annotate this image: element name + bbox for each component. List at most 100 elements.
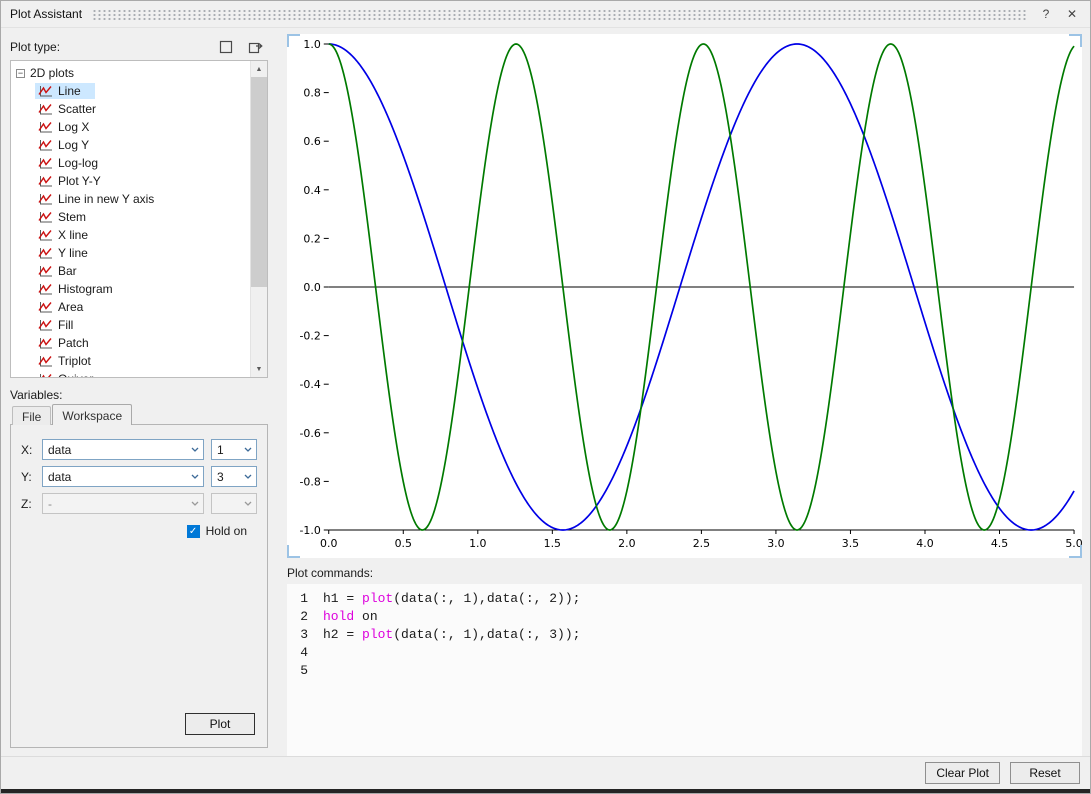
close-icon[interactable]: ✕ [1063, 5, 1081, 23]
svg-text:-0.6: -0.6 [299, 427, 320, 440]
titlebar: Plot Assistant ? ✕ [1, 1, 1090, 28]
plot-type-icon [38, 157, 53, 170]
svg-text:3.5: 3.5 [842, 537, 859, 550]
y-column-combobox[interactable]: 3 [211, 466, 257, 487]
tree-item-patch[interactable]: Patch [11, 334, 250, 352]
code-line[interactable]: 4 [287, 644, 1082, 662]
tree-item-line[interactable]: Line [11, 82, 250, 100]
code-line[interactable]: 1h1 = plot(data(:, 1),data(:, 2)); [287, 590, 1082, 608]
reset-button[interactable]: Reset [1010, 762, 1080, 784]
z-label: Z: [21, 497, 35, 511]
export-plot-button[interactable] [244, 36, 268, 58]
tree-item-label: Area [58, 300, 83, 314]
plot-type-icon [38, 337, 53, 350]
help-icon[interactable]: ? [1037, 5, 1055, 23]
plot-type-icon [38, 319, 53, 332]
tree-item-scatter[interactable]: Scatter [11, 100, 250, 118]
tree-item-y-line[interactable]: Y line [11, 244, 250, 262]
y-column-value: 3 [212, 470, 240, 484]
tree-item-area[interactable]: Area [11, 298, 250, 316]
code-line[interactable]: 3h2 = plot(data(:, 1),data(:, 3)); [287, 626, 1082, 644]
tree-item-log-x[interactable]: Log X [11, 118, 250, 136]
svg-text:2.0: 2.0 [618, 537, 635, 550]
tree-item-label: Scatter [58, 102, 96, 116]
scroll-up-icon[interactable]: ▲ [251, 61, 267, 77]
y-variable-combobox[interactable]: data [42, 466, 204, 487]
line-number: 3 [287, 626, 323, 644]
tree-item-stem[interactable]: Stem [11, 208, 250, 226]
chevron-down-icon[interactable] [240, 474, 256, 479]
plot-type-icon [38, 121, 53, 134]
x-variable-combobox[interactable]: data [42, 439, 204, 460]
svg-text:3.0: 3.0 [767, 537, 784, 550]
svg-text:1.0: 1.0 [469, 537, 486, 550]
tree-item-label: Y line [58, 246, 88, 260]
tree-item-label: Histogram [58, 282, 113, 296]
scroll-down-icon[interactable]: ▼ [251, 361, 267, 377]
x-column-value: 1 [212, 443, 240, 457]
tree-item-label: Log X [58, 120, 89, 134]
titlebar-grip[interactable] [92, 8, 1027, 21]
chevron-down-icon [187, 501, 203, 506]
tree-node-2d-plots[interactable]: − 2D plots [11, 64, 250, 82]
tree-item-label: Line [58, 84, 81, 98]
tree-node-label: 2D plots [30, 66, 74, 80]
tree-item-quiver[interactable]: Quiver [11, 370, 250, 377]
tree-item-label: Stem [58, 210, 86, 224]
svg-text:0.6: 0.6 [303, 135, 320, 148]
tree-item-log-y[interactable]: Log Y [11, 136, 250, 154]
footer-bar: Clear Plot Reset [1, 756, 1090, 789]
plot-type-icon [38, 175, 53, 188]
svg-text:0.4: 0.4 [303, 184, 320, 197]
y-row: Y: data 3 [21, 466, 257, 487]
tree-item-label: X line [58, 228, 88, 242]
x-row: X: data 1 [21, 439, 257, 460]
tree-item-histogram[interactable]: Histogram [11, 280, 250, 298]
plot-button[interactable]: Plot [185, 713, 255, 735]
tree-item-label: Patch [58, 336, 89, 350]
z-variable-combobox: - [42, 493, 204, 514]
tree-item-label: Triplot [58, 354, 91, 368]
plot-type-icon [38, 301, 53, 314]
chevron-down-icon[interactable] [240, 447, 256, 452]
svg-text:1.0: 1.0 [303, 38, 320, 51]
scrollbar-track[interactable] [251, 77, 267, 361]
tree-scrollbar[interactable]: ▲ ▼ [250, 61, 267, 377]
clear-plot-button[interactable]: Clear Plot [925, 762, 1000, 784]
tree-item-triplot[interactable]: Triplot [11, 352, 250, 370]
line-number: 5 [287, 662, 323, 680]
z-column-combobox [211, 493, 257, 514]
chevron-down-icon[interactable] [187, 474, 203, 479]
tree-item-label: Fill [58, 318, 73, 332]
plot-type-icon [38, 283, 53, 296]
hold-on-row: ✓ Hold on [21, 524, 257, 538]
new-figure-button[interactable] [214, 36, 238, 58]
tree-item-line-in-new-y-axis[interactable]: Line in new Y axis [11, 190, 250, 208]
tab-workspace[interactable]: Workspace [52, 404, 132, 425]
tree-item-x-line[interactable]: X line [11, 226, 250, 244]
tree-item-fill[interactable]: Fill [11, 316, 250, 334]
plot-type-icon [38, 139, 53, 152]
plot-commands-editor[interactable]: 1h1 = plot(data(:, 1),data(:, 2));2hold … [287, 584, 1082, 756]
plot-type-icon [38, 103, 53, 116]
collapse-icon[interactable]: − [16, 69, 25, 78]
line-number: 1 [287, 590, 323, 608]
scrollbar-thumb[interactable] [251, 77, 267, 287]
workspace-tab-panel: X: data 1 Y: [10, 424, 268, 748]
code-line[interactable]: 5 [287, 662, 1082, 680]
tree-item-bar[interactable]: Bar [11, 262, 250, 280]
selection-corner-icon [1069, 545, 1082, 558]
tab-file[interactable]: File [12, 406, 51, 425]
chart: 0.00.51.01.52.02.53.03.54.04.55.0-1.0-0.… [287, 34, 1082, 558]
svg-text:0.0: 0.0 [320, 537, 337, 550]
hold-on-checkbox[interactable]: ✓ [187, 525, 200, 538]
svg-text:-0.2: -0.2 [299, 330, 320, 343]
chevron-down-icon[interactable] [187, 447, 203, 452]
code-line[interactable]: 2hold on [287, 608, 1082, 626]
right-panel: 0.00.51.01.52.02.53.03.54.04.55.0-1.0-0.… [277, 28, 1090, 756]
x-column-combobox[interactable]: 1 [211, 439, 257, 460]
plot-canvas[interactable]: 0.00.51.01.52.02.53.03.54.04.55.0-1.0-0.… [287, 34, 1082, 558]
tree-item-plot-y-y[interactable]: Plot Y-Y [11, 172, 250, 190]
svg-text:-0.4: -0.4 [299, 378, 320, 391]
tree-item-log-log[interactable]: Log-log [11, 154, 250, 172]
